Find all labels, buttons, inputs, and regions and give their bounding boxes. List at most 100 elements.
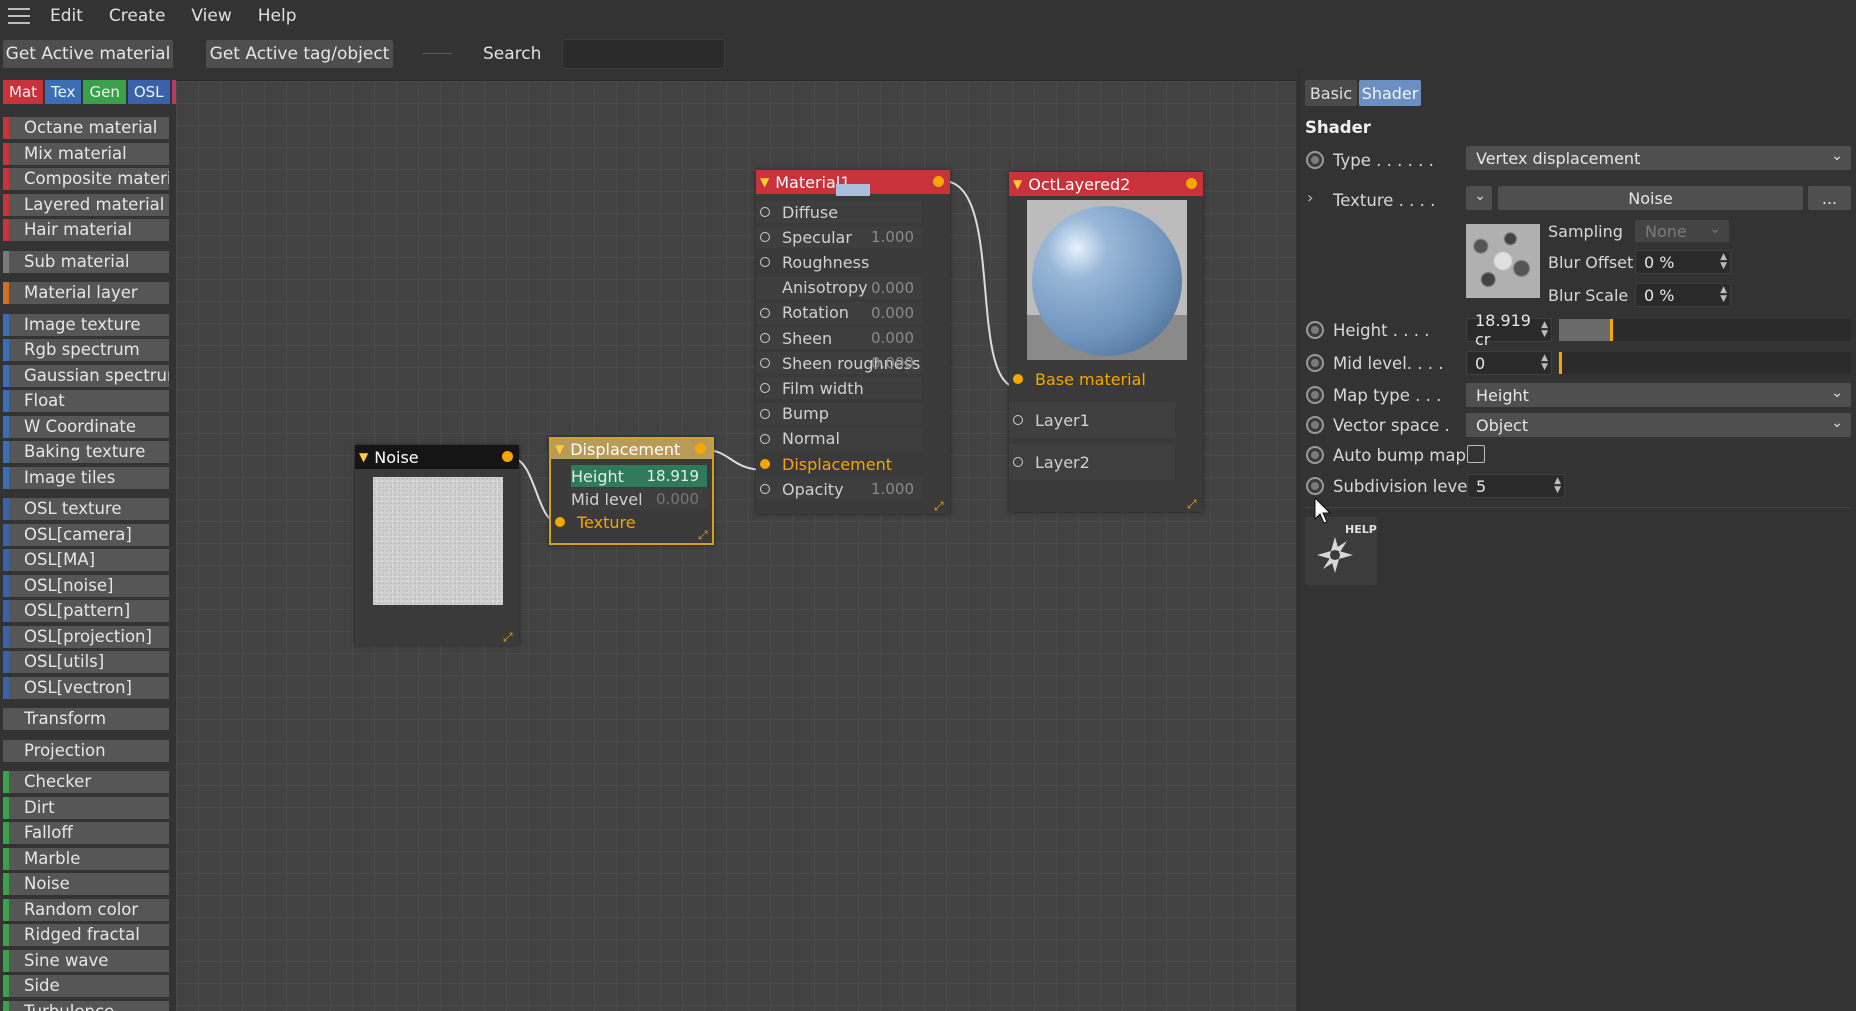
subdivision-field[interactable]: 5 ▲ ▼ xyxy=(1467,474,1565,498)
material1-row-diffuse[interactable]: Diffuse xyxy=(756,201,922,223)
noise-node[interactable]: ▼ Noise ⤢ xyxy=(355,445,519,645)
search-input[interactable] xyxy=(562,39,725,69)
displacement-midlevel-row[interactable]: Mid level 0.000 xyxy=(571,488,707,510)
blur-scale-field[interactable]: 0 % ▲ ▼ xyxy=(1635,283,1731,307)
material1-input-port[interactable] xyxy=(760,307,770,318)
autobump-animate-toggle[interactable] xyxy=(1306,446,1324,464)
material1-row-displacement[interactable]: Displacement xyxy=(756,453,922,475)
palette-item-baking-texture[interactable]: Baking texture xyxy=(3,441,169,463)
material1-input-port[interactable] xyxy=(760,484,770,495)
material1-row-roughness[interactable]: Roughness xyxy=(756,251,922,273)
autobump-checkbox[interactable] xyxy=(1467,445,1485,463)
material1-node[interactable]: ▼ Material1 ⤢ Diffuse Specular 1.000 Roughn… xyxy=(756,170,950,514)
height-field[interactable]: 18.919 cr ▲ ▼ xyxy=(1466,311,1552,349)
help-button[interactable]: HELP xyxy=(1305,517,1377,585)
palette-item-checker[interactable]: Checker xyxy=(3,771,169,793)
palette-item-sub-material[interactable]: Sub material xyxy=(3,250,169,273)
material1-row-bump[interactable]: Bump xyxy=(756,402,922,425)
resize-handle-icon[interactable]: ⤢ xyxy=(1187,498,1199,510)
collapse-triangle-icon[interactable]: ▼ xyxy=(555,442,564,456)
palette-item-octane-material[interactable]: Octane material xyxy=(3,117,169,139)
tab-shader[interactable]: Shader xyxy=(1359,80,1421,106)
palette-item-osl-vectron-[interactable]: OSL[vectron] xyxy=(3,676,169,699)
octlayered2-node[interactable]: ▼ OctLayered2 Base material Layer1 Layer… xyxy=(1009,172,1203,512)
palette-item-w-coordinate[interactable]: W Coordinate xyxy=(3,415,169,438)
palette-item-osl-camera-[interactable]: OSL[camera] xyxy=(3,523,169,546)
palette-item-osl-pattern-[interactable]: OSL[pattern] xyxy=(3,600,169,622)
material1-input-port[interactable] xyxy=(760,358,770,369)
palette-item-dirt[interactable]: Dirt xyxy=(3,796,169,819)
midlevel-animate-toggle[interactable] xyxy=(1306,354,1324,372)
texture-more-button[interactable]: ... xyxy=(1808,186,1851,210)
displacement-node[interactable]: ▼ Displacement Height 18.919 Mid level 0… xyxy=(549,437,714,545)
palette-item-osl-ma-[interactable]: OSL[MA] xyxy=(3,549,169,571)
menu-create[interactable]: Create xyxy=(109,6,166,26)
palette-item-osl-noise-[interactable]: OSL[noise] xyxy=(3,574,169,597)
palette-item-transform[interactable]: Transform xyxy=(3,708,169,730)
maptype-dropdown[interactable]: Height ⌄ xyxy=(1466,383,1851,407)
category-tab-mat[interactable]: Mat xyxy=(3,80,44,104)
material1-row-anisotropy[interactable]: Anisotropy 0.000 xyxy=(756,276,922,299)
noise-output-port[interactable] xyxy=(502,451,513,462)
palette-item-falloff[interactable]: Falloff xyxy=(3,822,169,844)
palette-item-side[interactable]: Side xyxy=(3,975,169,997)
palette-item-turbulence[interactable]: Turbulence xyxy=(3,1000,169,1011)
material1-row-sheen[interactable]: Sheen 0.000 xyxy=(756,327,922,349)
hamburger-menu-icon[interactable] xyxy=(8,8,30,24)
category-tab-gen[interactable]: Gen xyxy=(83,80,126,104)
base-material-port[interactable] xyxy=(1013,374,1023,384)
menu-help[interactable]: Help xyxy=(258,6,297,26)
material1-output-port[interactable] xyxy=(933,176,944,187)
blur-offset-field[interactable]: 0 % ▲ ▼ xyxy=(1635,250,1731,274)
vectorspace-animate-toggle[interactable] xyxy=(1306,416,1324,434)
spinner-icon[interactable]: ▲ ▼ xyxy=(1541,321,1548,339)
spinner-icon[interactable]: ▲ ▼ xyxy=(1541,354,1548,372)
palette-item-random-color[interactable]: Random color xyxy=(3,898,169,921)
menu-edit[interactable]: Edit xyxy=(50,6,83,26)
height-animate-toggle[interactable] xyxy=(1306,321,1324,339)
resize-handle-icon[interactable]: ⤢ xyxy=(698,529,710,541)
palette-item-image-tiles[interactable]: Image tiles xyxy=(3,466,169,489)
material1-input-port[interactable] xyxy=(760,207,770,217)
noise-node-header[interactable]: ▼ Noise xyxy=(355,445,519,469)
midlevel-field[interactable]: 0 ▲ ▼ xyxy=(1466,351,1552,375)
palette-item-noise[interactable]: Noise xyxy=(3,873,169,895)
palette-item-composite-material[interactable]: Composite material xyxy=(3,168,169,190)
displacement-height-row[interactable]: Height 18.919 xyxy=(571,465,707,487)
category-tab-tex[interactable]: Tex xyxy=(45,80,82,104)
height-slider[interactable] xyxy=(1559,319,1851,341)
midlevel-slider-handle[interactable] xyxy=(1559,352,1562,374)
palette-item-osl-texture[interactable]: OSL texture xyxy=(3,498,169,520)
material1-input-port[interactable] xyxy=(760,433,770,444)
tab-basic[interactable]: Basic xyxy=(1305,80,1357,106)
palette-item-projection[interactable]: Projection xyxy=(3,739,169,762)
node-editor-canvas[interactable]: ▼ Noise ⤢ ▼ Displacement Height 18.919 M… xyxy=(176,80,1296,1011)
collapse-triangle-icon[interactable]: ▼ xyxy=(760,175,769,189)
layer2-row[interactable]: Layer2 xyxy=(1009,444,1175,480)
palette-item-rgb-spectrum[interactable]: Rgb spectrum xyxy=(3,339,169,361)
material1-row-specular[interactable]: Specular 1.000 xyxy=(756,226,922,249)
octlayered2-node-header[interactable]: ▼ OctLayered2 xyxy=(1009,172,1203,196)
resize-handle-icon[interactable]: ⤢ xyxy=(503,631,515,643)
sampling-dropdown[interactable]: None ⌄ xyxy=(1635,220,1729,242)
material1-row-sheen-roughness[interactable]: Sheen roughness 0.000 xyxy=(756,352,922,375)
material1-row-rotation[interactable]: Rotation 0.000 xyxy=(756,301,922,324)
material1-input-port[interactable] xyxy=(760,408,770,419)
collapse-triangle-icon[interactable]: ▼ xyxy=(359,450,368,464)
palette-item-float[interactable]: Float xyxy=(3,390,169,412)
displacement-output-port[interactable] xyxy=(695,443,706,454)
material1-input-port[interactable] xyxy=(760,257,770,268)
texture-shader-button[interactable]: Noise xyxy=(1498,186,1803,210)
layer2-port[interactable] xyxy=(1013,457,1023,467)
displacement-texture-row[interactable]: Texture xyxy=(551,511,687,533)
palette-item-layered-material[interactable]: Layered material xyxy=(3,193,169,216)
palette-item-marble[interactable]: Marble xyxy=(3,847,169,870)
spinner-icon[interactable]: ▲ ▼ xyxy=(1554,477,1561,495)
displacement-node-header[interactable]: ▼ Displacement xyxy=(551,439,712,459)
vectorspace-dropdown[interactable]: Object ⌄ xyxy=(1466,413,1851,437)
material1-input-port[interactable] xyxy=(760,333,770,343)
octlayered2-output-port[interactable] xyxy=(1186,178,1197,189)
get-active-material-button[interactable]: Get Active material xyxy=(3,40,173,68)
palette-item-material-layer[interactable]: Material layer xyxy=(3,282,169,304)
category-tab-osl[interactable]: OSL xyxy=(127,80,170,104)
